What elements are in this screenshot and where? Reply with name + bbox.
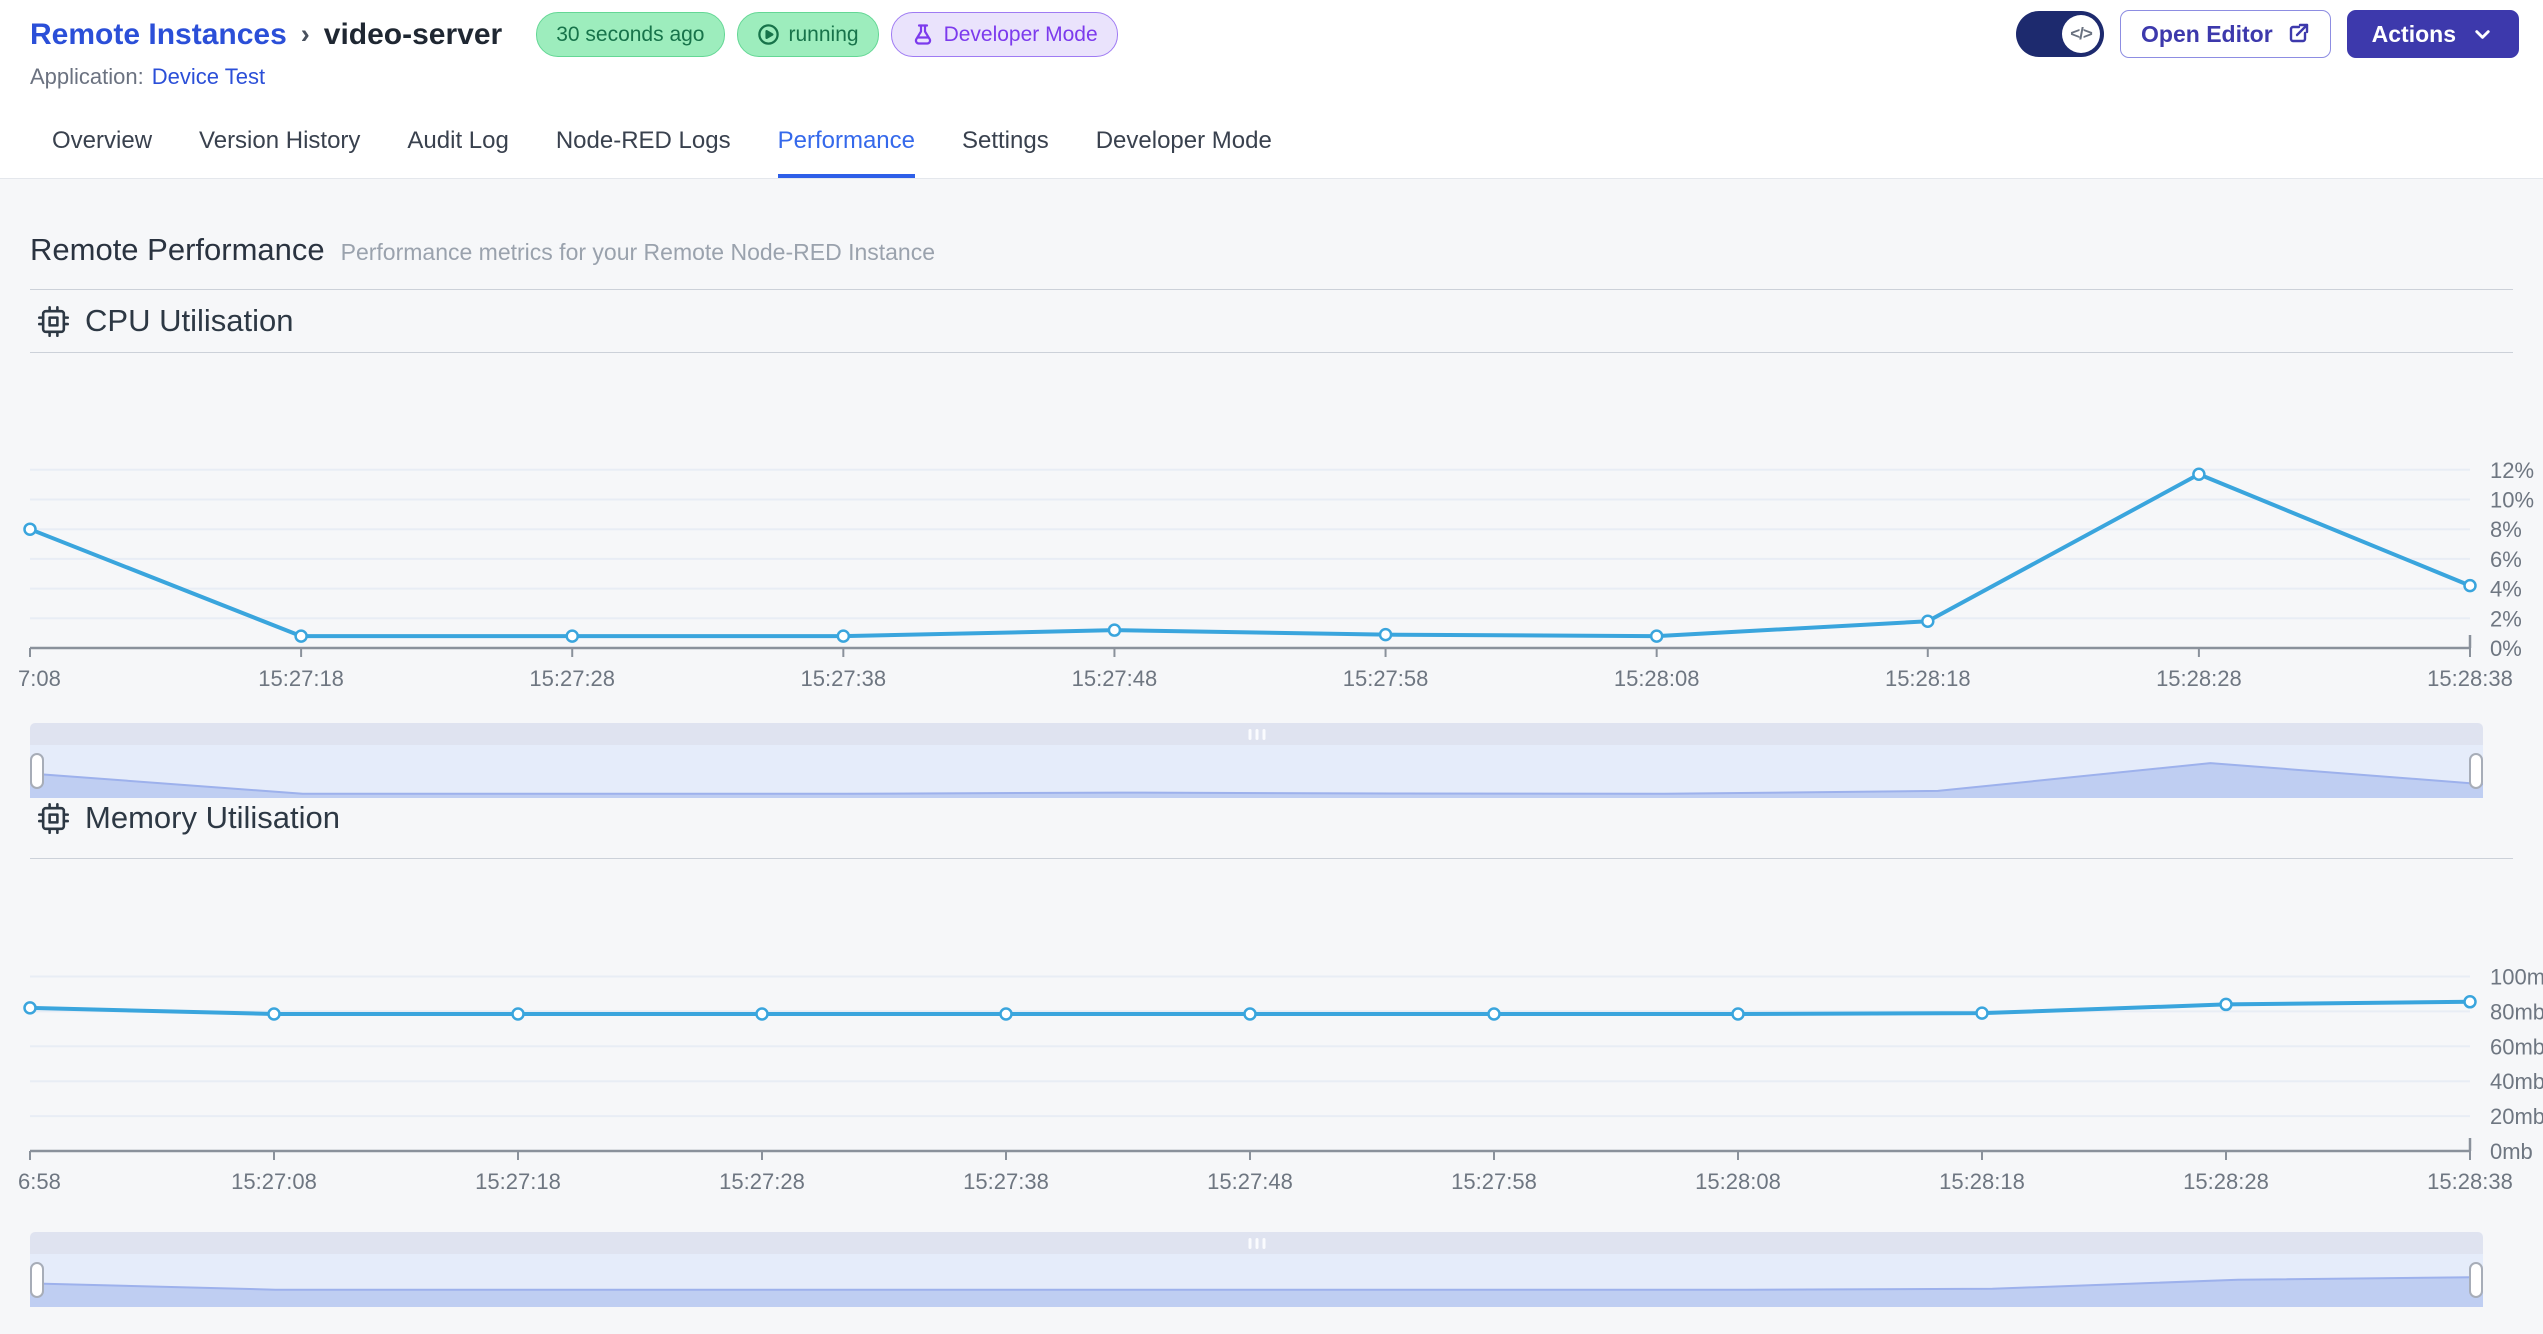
page-header: Remote Instances › video-server 30 secon…: [0, 0, 2543, 179]
svg-text:15:27:58: 15:27:58: [1343, 666, 1429, 691]
range-handle-left[interactable]: [30, 1262, 44, 1298]
cpu-section-header: CPU Utilisation: [38, 303, 293, 339]
svg-text:2%: 2%: [2490, 606, 2522, 631]
svg-text:0mb: 0mb: [2490, 1139, 2533, 1164]
svg-text:15:27:48: 15:27:48: [1072, 666, 1158, 691]
open-editor-label: Open Editor: [2141, 20, 2273, 47]
svg-text:15:27:18: 15:27:18: [258, 666, 344, 691]
svg-text:15:28:18: 15:28:18: [1885, 666, 1971, 691]
svg-text:4%: 4%: [2490, 577, 2522, 602]
breadcrumb-separator: ›: [300, 19, 310, 49]
developer-mode-badge: Developer Mode: [890, 12, 1118, 57]
svg-text:15:28:38: 15:28:38: [2427, 1169, 2513, 1194]
svg-text:20mb: 20mb: [2490, 1104, 2543, 1129]
range-preview-area: [30, 745, 2483, 798]
last-seen-badge: 30 seconds ago: [536, 12, 725, 57]
svg-text:10%: 10%: [2490, 488, 2534, 513]
running-status-label: running: [788, 22, 859, 46]
cpu-chip-icon: [38, 305, 69, 337]
svg-text:15:27:18: 15:27:18: [475, 1169, 561, 1194]
svg-text:15:27:38: 15:27:38: [801, 666, 887, 691]
tab-version-history[interactable]: Version History: [199, 127, 360, 178]
svg-text:15:27:28: 15:27:28: [529, 666, 615, 691]
status-badges: 30 seconds ago running Developer Mode: [536, 12, 1118, 57]
memory-section-header: Memory Utilisation: [38, 800, 340, 836]
tab-node-red-logs[interactable]: Node-RED Logs: [556, 127, 731, 178]
svg-text:15:27:28: 15:27:28: [719, 1169, 805, 1194]
range-handle-right[interactable]: [2469, 1262, 2483, 1298]
svg-text:15:27:38: 15:27:38: [963, 1169, 1049, 1194]
grip-icon: [1248, 1238, 1265, 1249]
code-icon: </>: [2062, 15, 2101, 53]
actions-label: Actions: [2371, 20, 2456, 47]
remote-instance-performance-page: Remote Instances › video-server 30 secon…: [0, 0, 2543, 1334]
svg-text:15:27:08: 15:27:08: [231, 1169, 317, 1194]
divider: [30, 289, 2513, 290]
range-handle-right[interactable]: [2469, 753, 2483, 789]
cpu-section-title: CPU Utilisation: [85, 303, 294, 338]
tab-developer-mode[interactable]: Developer Mode: [1096, 127, 1272, 178]
svg-text:100mb: 100mb: [2490, 965, 2543, 990]
memory-utilisation-chart[interactable]: 0mb 20mb 40mb 60mb 80mb 100mb 6:58 15:27:08 15:2…: [18, 896, 2543, 1196]
cpu-utilisation-chart[interactable]: 0% 2% 4% 6% 8% 10% 12% 7:08 15:27:18 15:27:28 15:2…: [18, 420, 2543, 700]
range-drag-bar[interactable]: [30, 1232, 2483, 1254]
application-label: Application:: [30, 64, 144, 89]
tab-settings[interactable]: Settings: [962, 127, 1049, 178]
svg-text:15:28:18: 15:28:18: [1939, 1169, 2025, 1194]
svg-text:15:28:08: 15:28:08: [1695, 1169, 1781, 1194]
range-handle-left[interactable]: [30, 753, 44, 789]
memory-section-title: Memory Utilisation: [85, 800, 340, 835]
section-title-row: Remote Performance Performance metrics f…: [30, 232, 935, 268]
header-controls: </> Open Editor Actions: [2016, 10, 2519, 58]
actions-button[interactable]: Actions: [2346, 10, 2519, 58]
open-editor-button[interactable]: Open Editor: [2120, 10, 2331, 58]
page-title: Remote Performance: [30, 232, 325, 267]
grip-icon: [1248, 729, 1265, 740]
breadcrumb: Remote Instances › video-server 30 secon…: [30, 12, 1118, 57]
play-circle-icon: [757, 24, 779, 45]
svg-text:15:28:28: 15:28:28: [2183, 1169, 2269, 1194]
chevron-down-icon: [2475, 29, 2490, 39]
cpu-chart-range-selector[interactable]: [30, 723, 2483, 798]
tab-bar: Overview Version History Audit Log Node-…: [52, 127, 1272, 178]
svg-text:15:28:38: 15:28:38: [2427, 666, 2513, 691]
tab-performance[interactable]: Performance: [777, 127, 915, 178]
application-link[interactable]: Device Test: [152, 64, 265, 90]
last-seen-label: 30 seconds ago: [556, 22, 705, 46]
svg-text:8%: 8%: [2490, 517, 2522, 542]
svg-text:6:58: 6:58: [18, 1169, 61, 1194]
divider: [30, 858, 2513, 859]
svg-text:15:28:08: 15:28:08: [1614, 666, 1700, 691]
svg-text:12%: 12%: [2490, 458, 2534, 483]
memory-chart-range-selector[interactable]: [30, 1232, 2483, 1307]
svg-text:0%: 0%: [2490, 636, 2522, 661]
running-status-badge: running: [736, 12, 879, 57]
instance-name: video-server: [323, 17, 503, 51]
svg-text:15:28:28: 15:28:28: [2156, 666, 2242, 691]
svg-text:40mb: 40mb: [2490, 1069, 2543, 1094]
range-drag-bar[interactable]: [30, 723, 2483, 745]
tab-audit-log[interactable]: Audit Log: [407, 127, 508, 178]
flask-icon: [914, 23, 931, 45]
svg-text:7:08: 7:08: [18, 666, 61, 691]
developer-mode-toggle[interactable]: </>: [2016, 11, 2105, 57]
breadcrumb-remote-instances-link[interactable]: Remote Instances: [30, 18, 287, 52]
range-preview-area: [30, 1254, 2483, 1307]
svg-text:80mb: 80mb: [2490, 999, 2543, 1024]
memory-chip-icon: [38, 802, 69, 834]
application-row: Application: Device Test: [30, 64, 265, 90]
developer-mode-label: Developer Mode: [943, 22, 1098, 46]
external-link-icon: [2289, 23, 2308, 43]
svg-text:15:27:48: 15:27:48: [1207, 1169, 1293, 1194]
svg-text:15:27:58: 15:27:58: [1451, 1169, 1537, 1194]
svg-text:60mb: 60mb: [2490, 1034, 2543, 1059]
tab-overview[interactable]: Overview: [52, 127, 152, 178]
svg-text:6%: 6%: [2490, 547, 2522, 572]
page-subtitle: Performance metrics for your Remote Node…: [340, 239, 936, 265]
divider: [30, 352, 2513, 353]
